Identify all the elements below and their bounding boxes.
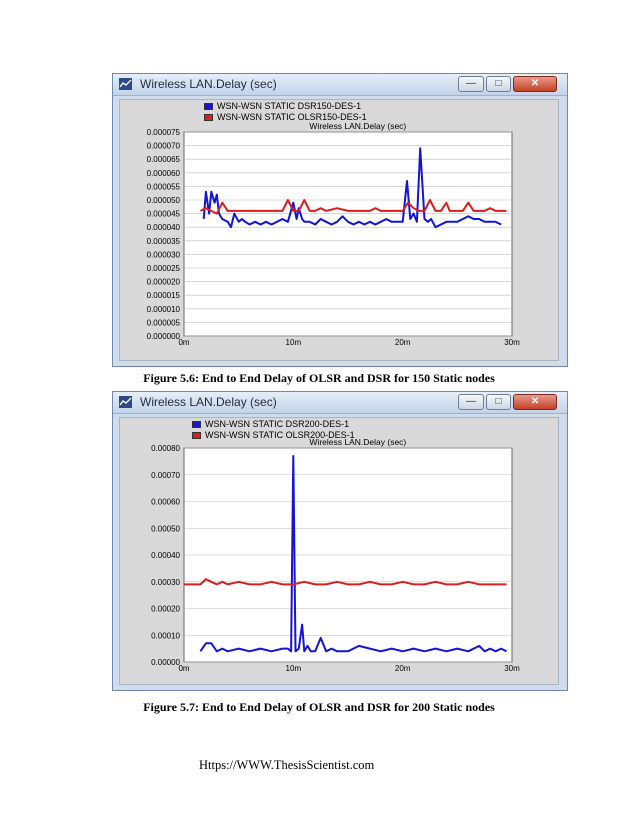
app-icon: [119, 78, 132, 90]
figure-5-7-window: Wireless LAN.Delay (sec) — □ ✕ 0.00000 0.…: [112, 391, 568, 691]
y-tick-label: 0.000075: [147, 128, 181, 137]
x-tick-label: 0m: [178, 338, 189, 347]
legend-label: WSN-WSN STATIC DSR150-DES-1: [217, 101, 362, 111]
minimize-button[interactable]: —: [458, 76, 484, 92]
figure-caption: Figure 5.6: End to End Delay of OLSR and…: [143, 371, 495, 385]
y-tick-label: 0.00040: [151, 551, 180, 560]
y-tick-label: 0.000020: [147, 278, 181, 287]
y-tick-label: 0.000045: [147, 210, 181, 219]
legend-label: WSN-WSN STATIC OLSR150-DES-1: [217, 112, 367, 122]
y-tick-label: 0.000010: [147, 305, 181, 314]
line-chart: 0.00000 0.00010 0.00020 0.00030 0.00040 0.000…: [151, 437, 520, 673]
legend-item-dsr: WSN-WSN STATIC DSR150-DES-1: [204, 101, 361, 111]
chart-area: 0.000000 0.000005 0.000010 0.000015 0.000020…: [119, 99, 559, 361]
footer-url: Https://WWW.ThesisScientist.com: [199, 758, 375, 772]
window-title: Wireless LAN.Delay (sec): [140, 77, 277, 91]
y-tick-label: 0.00060: [151, 498, 180, 507]
legend-swatch-dsr: [204, 103, 213, 111]
close-button[interactable]: ✕: [513, 394, 557, 410]
y-tick-label: 0.00050: [151, 524, 180, 533]
app-icon: [119, 396, 132, 408]
chart-title: Wireless LAN.Delay (sec): [309, 121, 406, 131]
x-tick-label: 30m: [504, 338, 520, 347]
y-tick-label: 0.00080: [151, 444, 180, 453]
legend-item-dsr: WSN-WSN STATIC DSR200-DES-1: [192, 419, 349, 429]
y-tick-label: 0.000055: [147, 182, 181, 191]
y-tick-label: 0.00030: [151, 578, 180, 587]
y-tick-label: 0.000005: [147, 318, 181, 327]
x-tick-label: 20m: [395, 338, 411, 347]
y-tick-label: 0.000030: [147, 250, 181, 259]
y-tick-label: 0.000040: [147, 223, 181, 232]
y-tick-label: 0.000015: [147, 291, 181, 300]
legend-label: WSN-WSN STATIC OLSR200-DES-1: [205, 430, 355, 440]
y-tick-label: 0.000065: [147, 155, 181, 164]
legend-swatch-dsr: [192, 421, 201, 429]
figure-5-6-window: Wireless LAN.Delay (sec) — □ ✕ 0.000000 0…: [112, 73, 568, 367]
y-tick-label: 0.000025: [147, 264, 181, 273]
plot-frame: [183, 131, 513, 337]
line-chart: 0.000000 0.000005 0.000010 0.000015 0.000020…: [147, 121, 520, 347]
x-tick-label: 30m: [504, 664, 520, 673]
y-tick-label: 0.000050: [147, 196, 181, 205]
x-tick-label: 20m: [395, 664, 411, 673]
x-tick-label: 10m: [286, 338, 302, 347]
legend-swatch-olsr: [204, 114, 213, 122]
x-tick-label: 0m: [178, 664, 189, 673]
y-tick-label: 0.000070: [147, 142, 181, 151]
figure-caption: Figure 5.7: End to End Delay of OLSR and…: [143, 700, 495, 714]
chart-area: 0.00000 0.00010 0.00020 0.00030 0.00040 0.000…: [119, 417, 559, 685]
legend-label: WSN-WSN STATIC DSR200-DES-1: [205, 419, 350, 429]
maximize-button[interactable]: □: [486, 394, 511, 410]
y-tick-label: 0.000000: [147, 332, 181, 341]
minimize-button[interactable]: —: [458, 394, 484, 410]
window-title: Wireless LAN.Delay (sec): [140, 395, 277, 409]
legend-swatch-olsr: [192, 432, 201, 440]
y-tick-label: 0.000035: [147, 237, 181, 246]
legend-item-olsr: WSN-WSN STATIC OLSR150-DES-1: [204, 112, 367, 122]
maximize-button[interactable]: □: [486, 76, 511, 92]
y-tick-label: 0.00000: [151, 658, 180, 667]
y-tick-label: 0.00020: [151, 605, 180, 614]
y-tick-label: 0.00010: [151, 631, 180, 640]
y-tick-label: 0.00070: [151, 471, 180, 480]
legend-item-olsr: WSN-WSN STATIC OLSR200-DES-1: [192, 430, 355, 440]
window-titlebar[interactable]: Wireless LAN.Delay (sec) — □ ✕: [113, 74, 567, 96]
y-tick-label: 0.000060: [147, 169, 181, 178]
x-tick-label: 10m: [286, 664, 302, 673]
window-titlebar[interactable]: Wireless LAN.Delay (sec) — □ ✕: [113, 392, 567, 414]
close-button[interactable]: ✕: [513, 76, 557, 92]
